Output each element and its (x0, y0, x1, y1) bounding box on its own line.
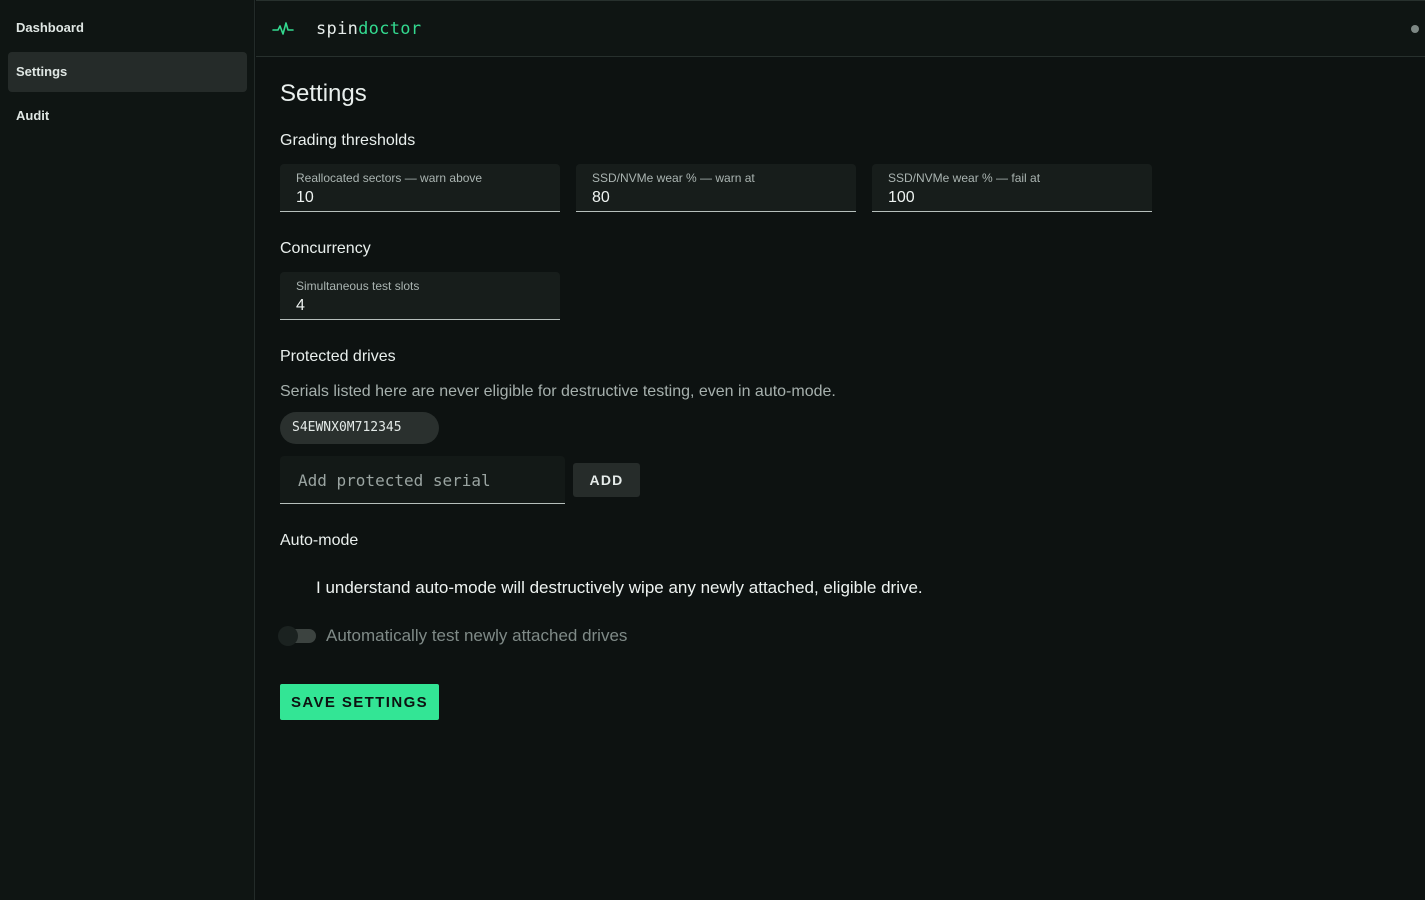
automode-toggle-label: Automatically test newly attached drives (326, 626, 628, 645)
test-slots-field[interactable]: Simultaneous test slots (280, 272, 560, 320)
wear-fail-field[interactable]: SSD/NVMe wear % — fail at (872, 164, 1152, 212)
realloc-sectors-field[interactable]: Reallocated sectors — warn above (280, 164, 560, 212)
pulse-icon (272, 22, 294, 35)
realloc-sectors-label: Reallocated sectors — warn above (296, 171, 483, 185)
connection-status-dot (1411, 25, 1419, 33)
wear-warn-label: SSD/NVMe wear % — warn at (592, 171, 755, 185)
section-title-automode: Auto-mode (280, 532, 359, 549)
wear-warn-input[interactable] (592, 189, 832, 207)
brand-part-doctor: doctor (358, 19, 422, 39)
app-bar: spindoctor (256, 0, 1425, 57)
test-slots-input[interactable] (296, 297, 536, 315)
sidebar-item-dashboard[interactable]: Dashboard (8, 8, 247, 48)
app-brand: spindoctor (316, 19, 421, 39)
realloc-sectors-input[interactable] (296, 189, 536, 207)
protected-serial-input[interactable] (296, 456, 555, 504)
automode-toggle[interactable] (278, 626, 316, 646)
protected-serial-chip[interactable]: S4EWNX0M712345 (280, 412, 439, 444)
automode-toggle-thumb (278, 626, 298, 646)
protected-description: Serials listed here are never eligible f… (280, 383, 836, 400)
page-title: Settings (280, 80, 367, 107)
test-slots-label: Simultaneous test slots (296, 279, 420, 293)
wear-warn-field[interactable]: SSD/NVMe wear % — warn at (576, 164, 856, 212)
automode-acknowledgement[interactable]: I understand auto-mode will destructivel… (316, 578, 923, 598)
wear-fail-label: SSD/NVMe wear % — fail at (888, 171, 1041, 185)
save-settings-button[interactable]: SAVE SETTINGS (280, 684, 439, 720)
wear-fail-input[interactable] (888, 189, 1128, 207)
section-title-concurrency: Concurrency (280, 240, 371, 257)
sidebar: Dashboard Settings Audit (0, 0, 255, 900)
brand-part-spin: spin (316, 19, 359, 39)
section-title-thresholds: Grading thresholds (280, 132, 416, 149)
add-serial-button[interactable]: ADD (573, 463, 640, 497)
sidebar-item-settings[interactable]: Settings (8, 52, 247, 92)
sidebar-item-audit[interactable]: Audit (8, 96, 247, 136)
protected-serial-field[interactable] (280, 456, 565, 504)
section-title-protected: Protected drives (280, 348, 396, 365)
